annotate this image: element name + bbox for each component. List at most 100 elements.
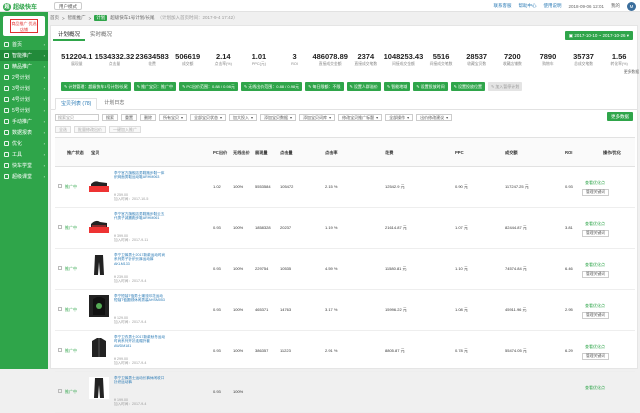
search-input[interactable]: 搜索宝贝 [55,114,99,121]
more-data-button[interactable]: 更多数据 [607,112,633,121]
column-header-7[interactable]: 花费 [385,150,393,156]
manage-keywords-button[interactable]: 管理关键词 [582,312,609,319]
view-optimization-link[interactable]: 查看优化点 [585,262,605,268]
sidebar-item-9[interactable]: 优化 › [0,138,48,149]
batch-bid-button[interactable]: 批量修改出价 [74,126,106,133]
cell-wireless[interactable]: 100% [233,266,243,271]
filter-select-6[interactable]: 全部操作 ▾ [385,114,414,121]
filter-select-7[interactable]: 出价修改建议 ▾ [416,114,453,121]
user-menu[interactable]: 我的 [611,3,620,9]
sidebar-item-0[interactable]: 首页 › [0,39,48,50]
manual-link[interactable]: 使用说明 [543,3,561,9]
cell-wireless[interactable]: 100% [233,225,243,230]
product-title[interactable]: 李宁官方旗舰店男鞋跑步鞋云五代男子减震跑步鞋ARHM061 [114,212,166,221]
plan-action-button-1[interactable]: ✎ 推广宝贝：推广中 [133,82,177,91]
row-status[interactable]: 推广中 [65,348,77,354]
column-header-10[interactable]: ROI [565,150,572,155]
help-link[interactable]: 帮助中心 [518,3,536,9]
stats-more-link[interactable]: 更多数据 [624,70,639,75]
tab-realtime-overview[interactable]: 实时概况 [85,30,117,41]
product-title[interactable]: 李宁官方旗舰店男鞋跑步鞋一体织网面男鞋运动鞋ARHM063 [114,171,166,180]
mode-switch-button[interactable]: 用户模式 [54,2,82,10]
cell-wireless[interactable]: 100% [233,307,243,312]
filter-select-4[interactable]: 添加宝贝词库 ▾ [299,114,336,121]
breadcrumb-smart[interactable]: 智能推广 [68,15,86,21]
column-header-0[interactable]: 推广状态 [67,150,84,156]
manage-keywords-button[interactable]: 管理关键词 [582,353,609,360]
manage-keywords-button[interactable]: 管理关键词 [582,189,609,196]
row-status[interactable]: 推广中 [65,184,77,190]
row-checkbox[interactable] [58,307,62,311]
manage-keywords-button[interactable]: 管理关键词 [582,271,609,278]
shop-card[interactable]: 商品推广 优选店铺 [3,16,45,36]
cell-pc_bid[interactable]: 0.93 [213,225,221,230]
cell-wireless[interactable]: 100% [233,389,243,394]
search-button[interactable]: 搜索 [102,114,118,121]
select-all-button[interactable]: 全选 [55,126,71,133]
tab-plan-overview[interactable]: 计划概况 [53,30,86,41]
column-header-8[interactable]: PPC [455,150,464,155]
tab-plan-log[interactable]: 计划日志 [99,98,129,109]
product-thumbnail[interactable] [89,295,109,317]
product-title[interactable]: 李宁卫衣男士2017新款秋冬运动时尚系列开衫连帽外套AWDM181 [114,335,166,348]
row-checkbox[interactable] [58,225,62,229]
sidebar-item-7[interactable]: 手动推广 › [0,116,48,127]
plan-action-button-3[interactable]: ✎ 无线出价范围：0.88 / 0.98元 [240,82,303,91]
column-header-1[interactable]: 宝贝 [91,150,99,156]
column-header-6[interactable]: 点击率 [325,150,338,156]
column-header-11[interactable]: 操作/优化 [603,150,621,156]
product-title[interactable]: 李宁卫裤男士2017新款运动时尚系列男子针织长裤运动裤AKLM133 [114,253,166,266]
cell-pc_bid[interactable]: 0.93 [213,348,221,353]
plan-action-button-8[interactable]: ✎ 设置投放位置 [450,82,485,91]
tab-item-list[interactable]: 宝贝列表 (78) [55,98,98,110]
plan-action-button-0[interactable]: ✎ 计划管理：超级快车1号计划/长尾 [61,82,131,91]
product-thumbnail[interactable] [89,172,109,194]
logo[interactable]: 超 超级快车 [3,2,37,11]
contact-link[interactable]: 联系客服 [493,3,511,9]
filter-select-3[interactable]: 添加宝贝数据 ▾ [260,114,297,121]
cell-pc_bid[interactable]: 0.93 [213,307,221,312]
product-title[interactable]: 李宁短袖T恤男士潮流印花运动短袖T恤圆领休闲男装AHSM053 [114,294,166,303]
sidebar-item-11[interactable]: 快车学堂 › [0,160,48,171]
row-checkbox[interactable] [58,348,62,352]
column-header-3[interactable]: 无线出价 [233,150,250,156]
plan-action-button-4[interactable]: ✎ 每日限额：不限 [305,82,344,91]
product-thumbnail[interactable] [89,213,109,235]
cell-pc_bid[interactable]: 0.93 [213,389,221,394]
view-optimization-link[interactable]: 查看优化点 [585,303,605,309]
filter-select-1[interactable]: 全部宝贝状态 ▾ [190,114,227,121]
cell-wireless[interactable]: 100% [233,348,243,353]
sidebar-item-3[interactable]: 2号计划 › [0,72,48,83]
product-thumbnail[interactable] [89,377,109,399]
batch-promote-button[interactable]: 一键加入推广 [109,126,141,133]
date-range-picker[interactable]: ▣ 2017-10-10 ~ 2017-10-26 ▾ [564,31,633,40]
view-optimization-link[interactable]: 查看优化点 [585,180,605,186]
breadcrumb-home[interactable]: 首页 [50,15,59,21]
row-status[interactable]: 推广中 [65,307,77,313]
sidebar-item-6[interactable]: 5号计划 › [0,105,48,116]
plan-action-button-6[interactable]: ✎ 智能地域 [383,82,411,91]
column-header-4[interactable]: 展现量 [255,150,268,156]
row-checkbox[interactable] [58,389,62,393]
sidebar-item-1[interactable]: 智能推广 › [0,50,48,61]
filter-select-2[interactable]: 加大投入 ▾ [229,114,258,121]
plan-action-button-5[interactable]: ✎ 设置人群溢价 [346,82,381,91]
view-optimization-link[interactable]: 查看优化点 [585,221,605,227]
avatar[interactable]: M [627,1,636,11]
sidebar-item-8[interactable]: 数据报表 › [0,127,48,138]
sidebar-item-12[interactable]: 超级课堂 › [0,171,48,182]
view-optimization-link[interactable]: 查看优化点 [585,385,605,391]
row-status[interactable]: 推广中 [65,266,77,272]
sidebar-item-2[interactable]: 精品推广 › [0,61,48,72]
sidebar-item-5[interactable]: 4号计划 › [0,94,48,105]
filter-select-0[interactable]: 所有宝贝 ▾ [159,114,188,121]
filter-select-5[interactable]: 修改宝贝推广标题 ▾ [338,114,383,121]
row-checkbox[interactable] [58,266,62,270]
reset-button[interactable]: 重置 [121,114,137,121]
column-header-5[interactable]: 点击量 [280,150,293,156]
product-thumbnail[interactable] [89,336,109,358]
cell-pc_bid[interactable]: 1.02 [213,184,221,189]
plan-action-button-7[interactable]: ✎ 设置投放时间 [413,82,448,91]
row-status[interactable]: 推广中 [65,225,77,231]
cell-pc_bid[interactable]: 0.93 [213,266,221,271]
